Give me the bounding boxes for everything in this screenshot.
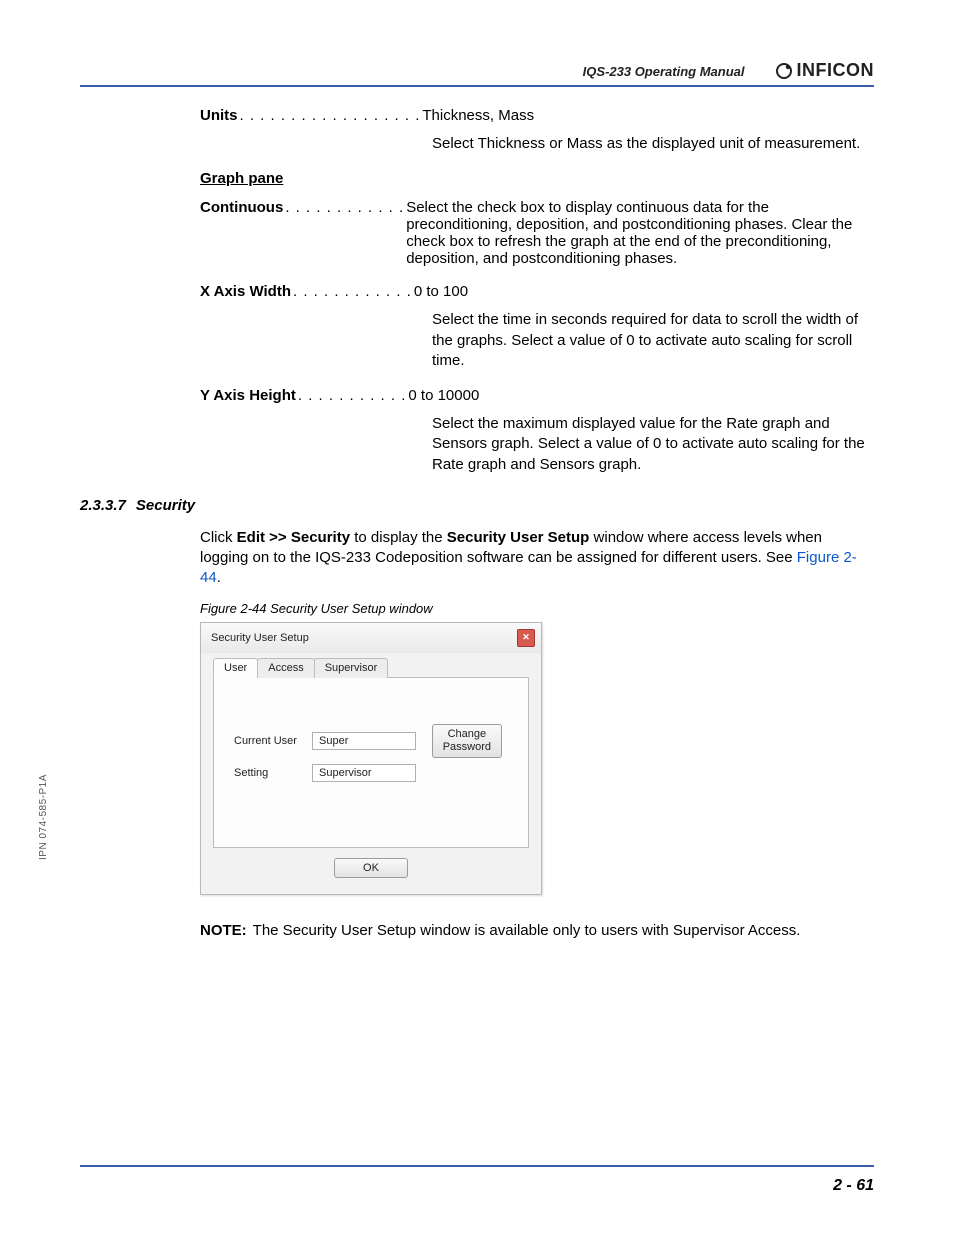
val-xaxis: 0 to 100 <box>414 283 468 300</box>
page-footer: 2 - 61 <box>80 1165 874 1195</box>
label-setting: Setting <box>234 767 312 779</box>
def-units: Units . . . . . . . . . . . . . . . . . … <box>200 107 874 124</box>
security-paragraph: Click Edit >> Security to display the Se… <box>200 528 874 589</box>
desc-units: Select Thickness or Mass as the displaye… <box>432 134 874 154</box>
ok-button[interactable]: OK <box>334 858 408 878</box>
def-xaxis: X Axis Width . . . . . . . . . . . . 0 t… <box>200 283 874 300</box>
leader-dots: . . . . . . . . . . . . . . . . . . <box>238 107 423 124</box>
logo-icon <box>775 62 793 80</box>
side-ipn-label: IPN 074-585-P1A <box>38 774 49 860</box>
note-label: NOTE: <box>200 921 253 941</box>
leader-dots: . . . . . . . . . . . <box>296 387 409 404</box>
page-header: IQS-233 Operating Manual INFICON <box>80 60 874 87</box>
term-yaxis: Y Axis Height <box>200 387 296 404</box>
tab-user[interactable]: User <box>213 658 258 678</box>
doc-title: IQS-233 Operating Manual <box>583 64 745 81</box>
logo-text: INFICON <box>797 60 875 81</box>
def-yaxis: Y Axis Height . . . . . . . . . . . 0 to… <box>200 387 874 404</box>
tab-strip: User Access Supervisor <box>213 657 529 678</box>
figure-caption: Figure 2-44 Security User Setup window <box>200 601 874 616</box>
desc-continuous: Select the check box to display continuo… <box>406 199 874 267</box>
tab-body-user: Current User Super Change Password Setti… <box>213 678 529 848</box>
field-setting[interactable]: Supervisor <box>312 764 416 782</box>
section-number: 2.3.3.7 <box>80 497 126 514</box>
label-current-user: Current User <box>234 735 312 747</box>
change-password-button[interactable]: Change Password <box>432 724 502 758</box>
subhead-graph-pane: Graph pane <box>200 170 874 187</box>
term-units: Units <box>200 107 238 124</box>
tab-supervisor[interactable]: Supervisor <box>314 658 389 678</box>
val-units: Thickness, Mass <box>422 107 534 124</box>
window-titlebar: Security User Setup ✕ <box>201 623 541 653</box>
page-number: 2 - 61 <box>833 1177 874 1194</box>
term-xaxis: X Axis Width <box>200 283 291 300</box>
term-continuous: Continuous <box>200 199 283 216</box>
window-title: Security User Setup <box>211 632 309 644</box>
section-title: Security <box>136 497 195 514</box>
leader-dots: . . . . . . . . . . . . <box>283 199 406 216</box>
def-continuous: Continuous . . . . . . . . . . . . Selec… <box>200 199 874 267</box>
field-current-user[interactable]: Super <box>312 732 416 750</box>
desc-yaxis: Select the maximum displayed value for t… <box>432 414 874 475</box>
section-heading: 2.3.3.7 Security <box>80 497 874 514</box>
brand-logo: INFICON <box>775 60 875 81</box>
leader-dots: . . . . . . . . . . . . <box>291 283 414 300</box>
security-user-setup-window: Security User Setup ✕ User Access Superv… <box>200 622 542 895</box>
note-text: The Security User Setup window is availa… <box>253 921 801 941</box>
note: NOTE: The Security User Setup window is … <box>200 921 874 941</box>
desc-xaxis: Select the time in seconds required for … <box>432 310 874 371</box>
val-yaxis: 0 to 10000 <box>408 387 479 404</box>
close-icon[interactable]: ✕ <box>517 629 535 647</box>
tab-access[interactable]: Access <box>257 658 314 678</box>
